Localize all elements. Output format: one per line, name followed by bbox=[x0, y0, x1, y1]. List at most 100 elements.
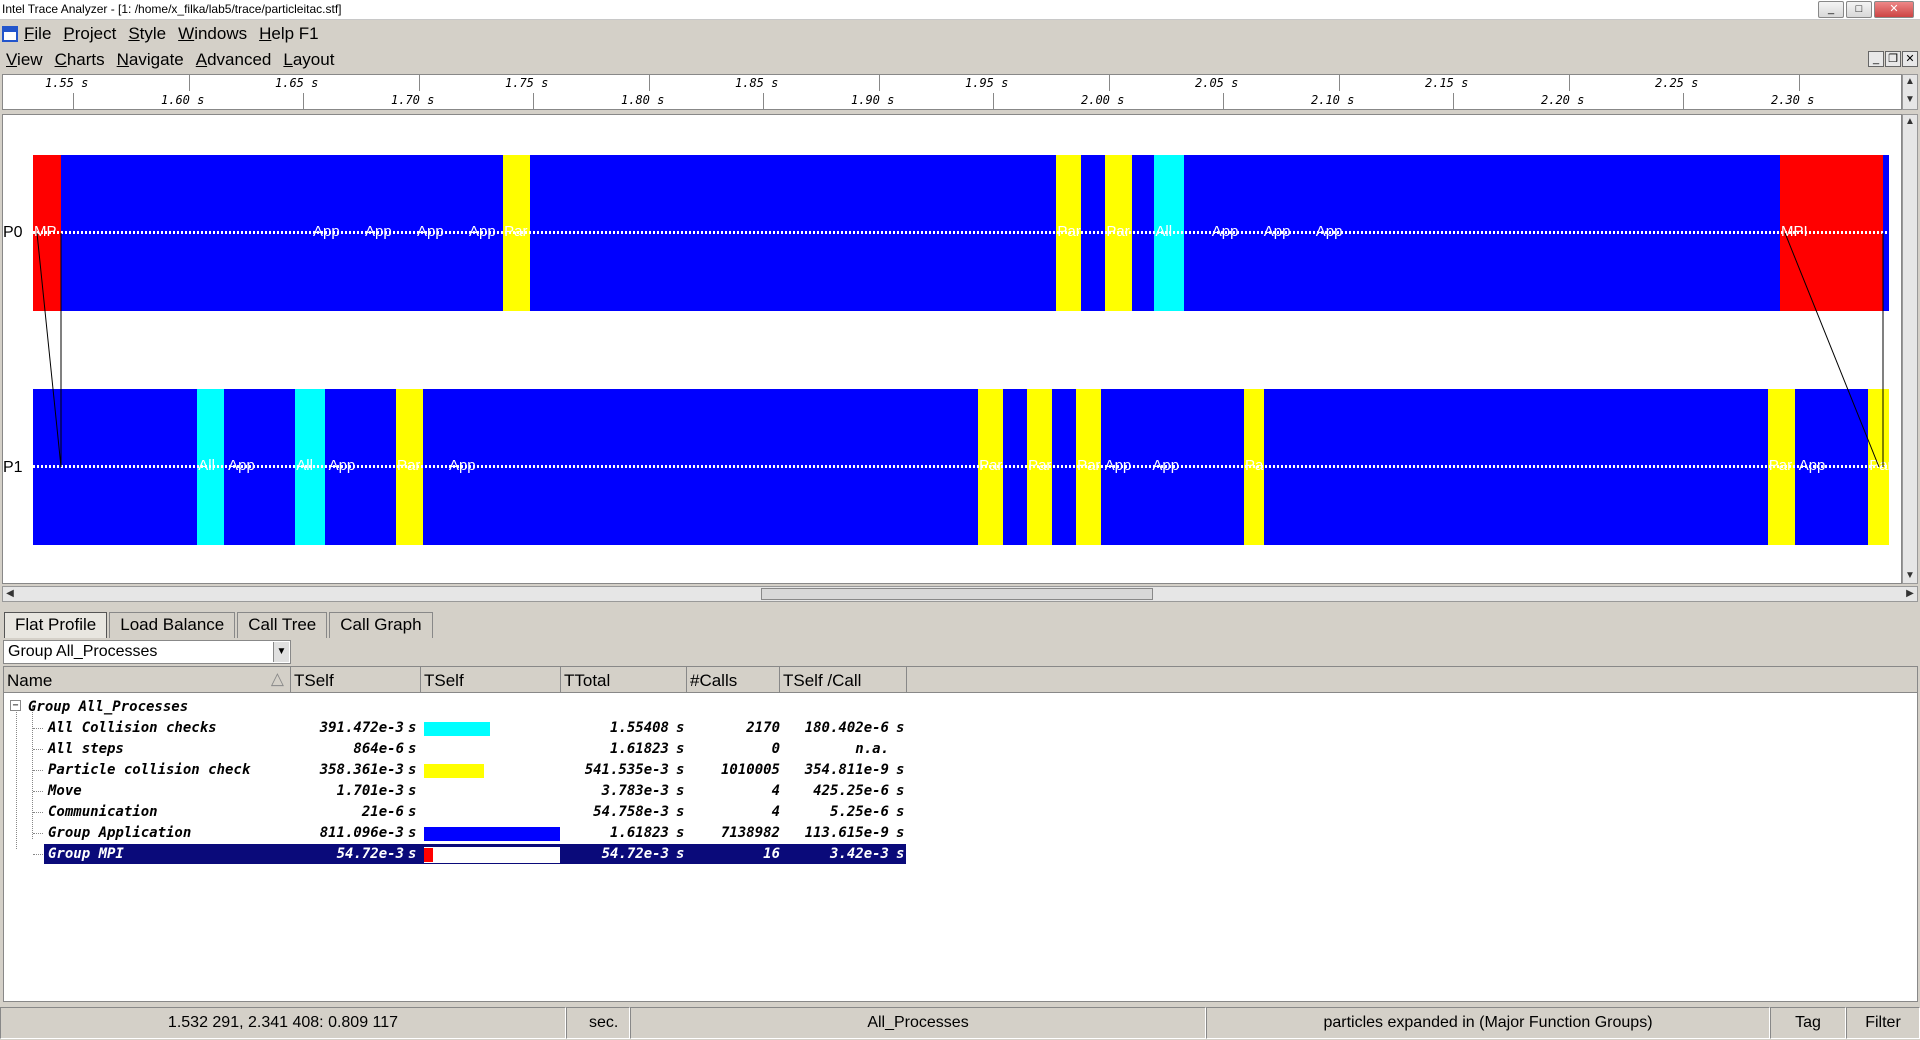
table-row[interactable]: All steps 864e-6 s 1.61823 s 0 n.a. bbox=[4, 739, 904, 760]
ruler-tick bbox=[763, 93, 764, 109]
row-name: Communication bbox=[48, 804, 158, 820]
title-bar: Intel Trace Analyzer - [1: /home/x_filka… bbox=[0, 0, 1920, 20]
table-row[interactable]: All Collision checks 391.472e-3 s 1.55408 s 2… bbox=[4, 718, 904, 739]
ruler-label-upper: 1.95 s bbox=[965, 76, 1009, 90]
row-per-call-unit: s bbox=[896, 846, 905, 862]
ruler-tick bbox=[1109, 75, 1110, 91]
ruler-tick bbox=[879, 75, 880, 91]
profile-tabs: Flat Profile Load Balance Call Tree Call… bbox=[4, 612, 435, 638]
maximize-icon[interactable]: □ bbox=[1846, 1, 1872, 18]
scroll-down-icon[interactable]: ▼ bbox=[1903, 569, 1917, 583]
row-ttotal: 1.61823 bbox=[609, 825, 669, 841]
scroll-right-icon[interactable]: ▶ bbox=[1903, 587, 1917, 601]
filter-button[interactable]: Filter bbox=[1846, 1007, 1920, 1039]
row-tself-unit: s bbox=[408, 804, 417, 820]
ruler-label-lower: 2.20 s bbox=[1541, 93, 1585, 107]
process-label-p0: P0 bbox=[3, 224, 23, 241]
scroll-up-icon[interactable]: ▲ bbox=[1903, 115, 1917, 129]
main-menu-bar: File Project Style Windows Help F1 bbox=[0, 22, 1920, 46]
scroll-up-icon[interactable]: ▲ bbox=[1903, 75, 1917, 89]
row-tself-unit: s bbox=[408, 720, 417, 736]
table-row[interactable]: Communication 21e-6 s 54.758e-3 s 4 5.25e-6 s bbox=[4, 802, 904, 823]
row-tself: 864e-6 bbox=[353, 741, 404, 757]
row-calls: 4 bbox=[771, 783, 780, 799]
row-tself-unit: s bbox=[408, 762, 417, 778]
row-tself: 21e-6 bbox=[361, 804, 404, 820]
table-row[interactable]: Group Application 811.096e-3 s 1.61823 s 7138… bbox=[4, 823, 904, 844]
tself-bar bbox=[424, 764, 485, 778]
ruler-tick bbox=[1453, 93, 1454, 109]
mdi-restore-icon[interactable]: ❐ bbox=[1885, 51, 1901, 67]
window-title: Intel Trace Analyzer - [1: /home/x_filka… bbox=[2, 2, 342, 16]
menu-project[interactable]: Project bbox=[57, 24, 122, 44]
menu-navigate[interactable]: Navigate bbox=[111, 50, 190, 70]
column-header-name[interactable]: Name △ bbox=[4, 667, 291, 693]
row-name: Particle collision check bbox=[48, 762, 251, 778]
menu-help[interactable]: Help F1 bbox=[253, 24, 325, 44]
row-tself: 391.472e-3 bbox=[319, 720, 404, 736]
row-per-call-unit: s bbox=[896, 783, 905, 799]
tab-call-tree[interactable]: Call Tree bbox=[237, 612, 328, 638]
column-header-tself[interactable]: TSelf bbox=[291, 667, 421, 693]
group-name: Group All_Processes bbox=[28, 699, 189, 715]
row-name: All steps bbox=[48, 741, 124, 757]
scroll-left-icon[interactable]: ◀ bbox=[3, 587, 17, 601]
minimize-icon[interactable]: _ bbox=[1818, 1, 1844, 18]
row-calls: 4 bbox=[771, 804, 780, 820]
row-tself-unit: s bbox=[408, 783, 417, 799]
row-tself-unit: s bbox=[408, 741, 417, 757]
ruler-scrollbar[interactable]: ▲ ▼ bbox=[1902, 74, 1918, 110]
event-timeline-chart[interactable]: P0 MPAppAppAppAppAppParParParAllAppAppAp… bbox=[2, 114, 1902, 584]
mdi-close-icon[interactable]: ✕ bbox=[1902, 51, 1918, 67]
menu-advanced[interactable]: Advanced bbox=[190, 50, 278, 70]
scrollbar-thumb[interactable] bbox=[761, 588, 1153, 600]
column-header-tself-bar[interactable]: TSelf bbox=[421, 667, 561, 693]
chevron-down-icon[interactable]: ▼ bbox=[273, 642, 289, 662]
table-row[interactable]: Group MPI 54.72e-3 s 54.72e-3 s 16 3.42e-3 s bbox=[4, 844, 906, 865]
process-bar-p0[interactable]: MPAppAppAppAppAppParParParAllAppAppAppMP… bbox=[33, 155, 1889, 311]
menu-style[interactable]: Style bbox=[122, 24, 172, 44]
row-tself: 358.361e-3 bbox=[319, 762, 404, 778]
menu-windows[interactable]: Windows bbox=[172, 24, 253, 44]
collapse-icon[interactable]: − bbox=[10, 700, 21, 711]
ruler-tick bbox=[1799, 75, 1800, 91]
table-row[interactable]: Move 1.701e-3 s 3.783e-3 s 4 425.25e-6 s bbox=[4, 781, 904, 802]
ruler-label-upper: 2.15 s bbox=[1425, 76, 1469, 90]
table-row[interactable]: Particle collision check 358.361e-3 s 541.5… bbox=[4, 760, 904, 781]
tab-flat-profile[interactable]: Flat Profile bbox=[4, 612, 108, 638]
row-per-call-unit: s bbox=[896, 720, 905, 736]
table-row-group[interactable]: − Group All_Processes bbox=[4, 697, 904, 718]
status-expanded: particles expanded in (Major Function Gr… bbox=[1206, 1007, 1770, 1039]
row-ttotal-unit: s bbox=[676, 783, 685, 799]
column-header-ttotal[interactable]: TTotal bbox=[561, 667, 687, 693]
menu-view[interactable]: View bbox=[0, 50, 49, 70]
menu-layout[interactable]: Layout bbox=[277, 50, 340, 70]
row-tself-per-call: n.a. bbox=[855, 741, 889, 757]
close-icon[interactable]: ✕ bbox=[1874, 1, 1914, 18]
mdi-minimize-icon[interactable]: _ bbox=[1868, 51, 1884, 67]
menu-file[interactable]: File bbox=[18, 24, 57, 44]
column-header-tself-per-call[interactable]: TSelf /Call bbox=[780, 667, 907, 693]
chart-menu-bar: View Charts Navigate Advanced Layout _ ❐… bbox=[0, 48, 1920, 72]
timeline-activity-trace bbox=[33, 231, 1889, 234]
scroll-down-icon[interactable]: ▼ bbox=[1903, 93, 1917, 107]
flat-profile-table: Name △ TSelf TSelf TTotal #Calls TSelf /C… bbox=[3, 666, 1918, 1002]
menu-charts[interactable]: Charts bbox=[49, 50, 111, 70]
row-ttotal: 1.61823 bbox=[609, 741, 669, 757]
timeline-horizontal-scrollbar[interactable]: ◀ ▶ bbox=[2, 586, 1918, 602]
ruler-label-upper: 2.05 s bbox=[1195, 76, 1239, 90]
tag-button[interactable]: Tag bbox=[1770, 1007, 1846, 1039]
column-header-calls[interactable]: #Calls bbox=[687, 667, 780, 693]
row-tself: 54.72e-3 bbox=[336, 846, 404, 862]
tab-call-graph[interactable]: Call Graph bbox=[329, 612, 433, 638]
process-bar-p1[interactable]: AllAppAllAppParAppParParParAppAppPaParAp… bbox=[33, 389, 1893, 545]
tself-bar bbox=[424, 722, 490, 736]
ruler-label-upper: 1.55 s bbox=[45, 76, 89, 90]
group-selector[interactable]: Group All_Processes ▼ bbox=[3, 640, 291, 664]
timeline-vertical-scrollbar[interactable]: ▲ ▼ bbox=[1902, 114, 1918, 584]
tab-load-balance[interactable]: Load Balance bbox=[109, 612, 236, 638]
row-tself-per-call: 5.25e-6 bbox=[829, 804, 889, 820]
tree-connector bbox=[33, 749, 43, 750]
time-ruler[interactable]: 1.55 s 1.65 s 1.75 s 1.85 s 1.95 s 2.05 … bbox=[2, 74, 1902, 110]
row-ttotal-unit: s bbox=[676, 741, 685, 757]
